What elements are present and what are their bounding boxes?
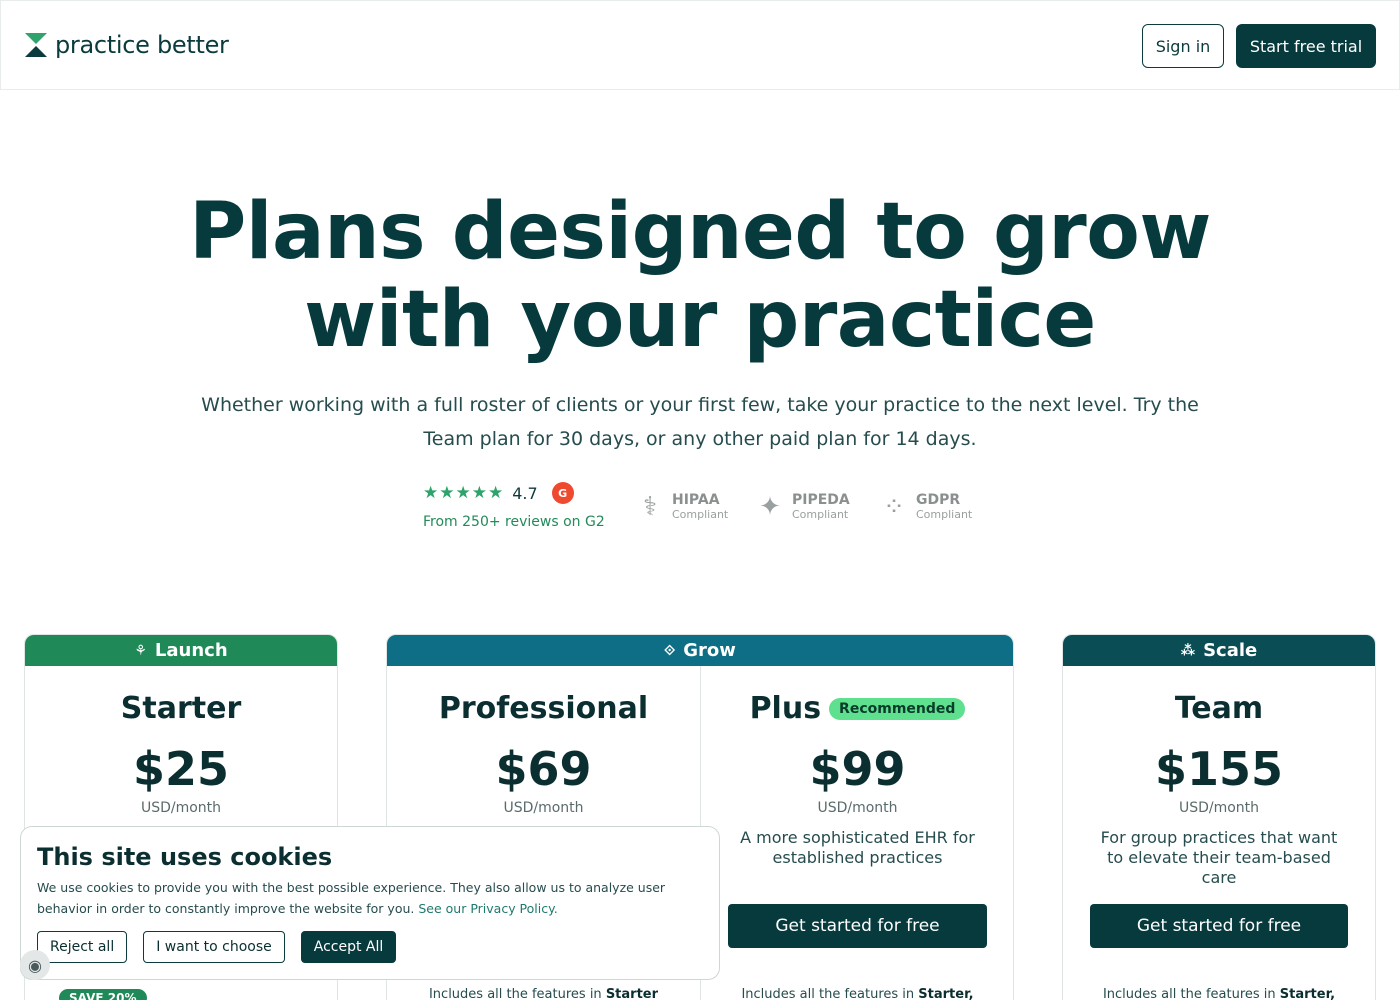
plan-name: Starter xyxy=(120,691,242,726)
star-rating-icon: ★★★★★ xyxy=(423,483,505,503)
pipeda-badge: ✦ PIPEDA Compliant xyxy=(756,490,850,524)
cookie-banner: This site uses cookies We use cookies to… xyxy=(20,826,720,980)
maple-leaf-icon: ✦ xyxy=(759,492,781,522)
badge-sub: Compliant xyxy=(792,508,849,521)
team-icon: ⁂ xyxy=(1180,642,1196,659)
cookie-text: We use cookies to provide you with the b… xyxy=(37,880,666,916)
plan-unit: USD/month xyxy=(1178,800,1260,816)
choose-cookies-button[interactable]: I want to choose xyxy=(143,931,285,963)
leaf-icon: ⟐ xyxy=(664,642,676,659)
plan-price: $69 xyxy=(495,742,592,796)
logo[interactable]: practice better xyxy=(25,31,229,59)
plus-get-started-button[interactable]: Get started for free xyxy=(728,904,987,948)
plan-plus: Plus Recommended $99 USD/month A more so… xyxy=(701,666,1013,1000)
plan-includes: Includes all the features in Starter xyxy=(428,987,659,1000)
plan-name: Team xyxy=(1174,691,1264,726)
reject-all-button[interactable]: Reject all xyxy=(37,931,128,963)
privacy-policy-link[interactable]: See our Privacy Policy. xyxy=(418,901,557,916)
launch-group-header: ⚘ Launch xyxy=(25,635,337,666)
cookie-title: This site uses cookies xyxy=(37,843,333,871)
reviews-count: From 250+ reviews on G2 xyxy=(423,514,605,530)
hero-subtitle: Whether working with a full roster of cl… xyxy=(201,394,1199,450)
g2-logo-icon: G xyxy=(551,482,574,504)
hero-title: Plans designed to grow with your practic… xyxy=(0,188,1400,364)
sprout-icon: ⚘ xyxy=(134,642,147,659)
eu-stars-icon: ⁘ xyxy=(883,492,905,522)
sign-in-button[interactable]: Sign in xyxy=(1142,24,1224,68)
logo-mark-icon xyxy=(25,33,47,57)
group-label: Grow xyxy=(683,640,736,661)
caduceus-icon: ⚕ xyxy=(642,492,658,522)
plan-description: A more sophisticated EHR for established… xyxy=(740,828,975,867)
hipaa-badge: ⚕ HIPAA Compliant xyxy=(636,490,728,524)
plan-description: For group practices that want to elevate… xyxy=(1100,828,1338,887)
plan-unit: USD/month xyxy=(503,800,584,816)
badge-name: HIPAA xyxy=(672,492,720,508)
badge-sub: Compliant xyxy=(916,508,973,521)
gdpr-badge: ⁘ GDPR Compliant xyxy=(880,490,972,524)
plan-name: Professional xyxy=(438,691,649,726)
grow-group-header: ⟐ Grow xyxy=(387,635,1013,666)
group-label: Scale xyxy=(1203,640,1258,661)
rating-value: 4.7 xyxy=(512,483,538,503)
hero-title-line-1: Plans designed to grow xyxy=(189,187,1211,277)
save-discount-badge: SAVE 20% xyxy=(59,989,147,1000)
site-header: practice better Sign in Start free trial xyxy=(0,0,1400,90)
plan-unit: USD/month xyxy=(140,800,222,816)
plan-unit: USD/month xyxy=(817,800,898,816)
plan-price: $155 xyxy=(1154,742,1284,796)
recommended-badge: Recommended xyxy=(829,697,966,720)
logo-text: practice better xyxy=(55,31,229,59)
scale-plan-group: ⁂ Scale Team $155 USD/month For group pr… xyxy=(1062,634,1376,1000)
badge-name: GDPR xyxy=(916,492,961,508)
group-label: Launch xyxy=(154,640,228,661)
plan-price: $25 xyxy=(132,742,230,796)
hero-title-line-2: with your practice xyxy=(304,275,1096,365)
plan-includes: Includes all the features in Starter, xyxy=(741,987,974,1000)
badge-name: PIPEDA xyxy=(792,492,850,508)
badge-sub: Compliant xyxy=(672,508,729,521)
start-free-trial-button[interactable]: Start free trial xyxy=(1236,24,1376,68)
plan-team: Team $155 USD/month For group practices … xyxy=(1063,666,1375,1000)
scale-group-header: ⁂ Scale xyxy=(1063,635,1375,666)
g2-rating[interactable]: ★★★★★ 4.7 G From 250+ reviews on G2 xyxy=(423,482,605,530)
accept-all-button[interactable]: Accept All xyxy=(300,931,397,963)
plan-includes: Includes all the features in Starter, xyxy=(1102,987,1336,1000)
plan-price: $99 xyxy=(809,742,906,796)
plan-name: Plus xyxy=(749,691,822,726)
team-get-started-button[interactable]: Get started for free xyxy=(1090,904,1348,948)
cookie-settings-icon[interactable]: ◉ xyxy=(20,950,50,980)
